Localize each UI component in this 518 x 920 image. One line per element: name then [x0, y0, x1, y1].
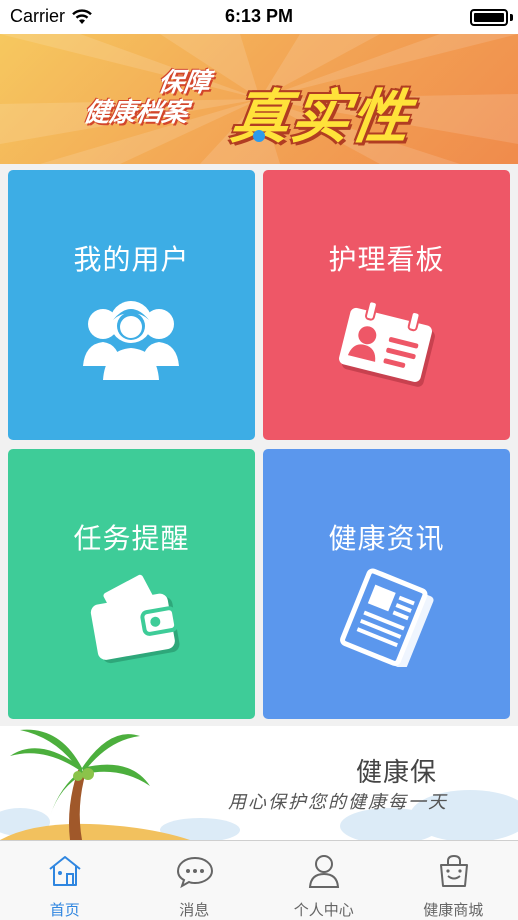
- tab-messages[interactable]: 消息: [130, 841, 260, 920]
- tile-care-board[interactable]: 护理看板: [263, 170, 510, 440]
- tile-title: 健康资讯: [328, 522, 445, 555]
- tab-label: 个人中心: [293, 901, 354, 919]
- banner-tagline: 保障 健康档案: [82, 68, 212, 128]
- tile-my-users[interactable]: 我的用户: [8, 170, 255, 440]
- status-time: 6:13 PM: [224, 6, 294, 26]
- tab-label: 消息: [179, 901, 210, 919]
- tile-title: 护理看板: [328, 243, 445, 276]
- tab-mall[interactable]: 健康商城: [389, 841, 518, 920]
- tile-title: 任务提醒: [73, 522, 190, 555]
- promo-footer-banner: 健康保 用心保护您的健康每一天: [0, 726, 518, 840]
- banner-line1: 保障: [156, 68, 213, 98]
- tile-title: 我的用户: [73, 243, 190, 276]
- wallet-icon: [90, 574, 180, 664]
- palm-tree-illustration: [0, 729, 518, 840]
- tab-bar: 首页 消息 个人中心 健康商城: [0, 840, 518, 920]
- tile-task-reminder[interactable]: 任务提醒: [8, 449, 255, 719]
- id-card-icon: [339, 300, 435, 387]
- shopping-bag-icon: [439, 854, 468, 887]
- tab-home[interactable]: 首页: [0, 841, 130, 920]
- status-bar: Carrier 6:13 PM: [0, 0, 518, 34]
- battery-tip: [510, 14, 513, 21]
- tab-label: 首页: [49, 901, 80, 919]
- tile-health-news[interactable]: 健康资讯: [263, 449, 510, 719]
- person-icon: [308, 855, 340, 888]
- tab-profile[interactable]: 个人中心: [259, 841, 389, 920]
- promo-banner[interactable]: 保障 健康档案 真实性: [0, 34, 518, 164]
- users-icon: [83, 301, 179, 380]
- chat-bubble-icon: [176, 856, 213, 889]
- newspaper-icon: [340, 568, 434, 667]
- promo-slogan: 用心保护您的健康每一天: [228, 792, 448, 813]
- banner-headline: 真实性: [226, 83, 417, 151]
- battery-icon: [470, 9, 508, 26]
- promo-brand: 健康保: [356, 758, 438, 788]
- home-icon: [49, 856, 81, 886]
- tab-label: 健康商城: [423, 901, 484, 919]
- banner-line2: 健康档案: [81, 98, 191, 128]
- banner-page-indicator[interactable]: [253, 130, 265, 142]
